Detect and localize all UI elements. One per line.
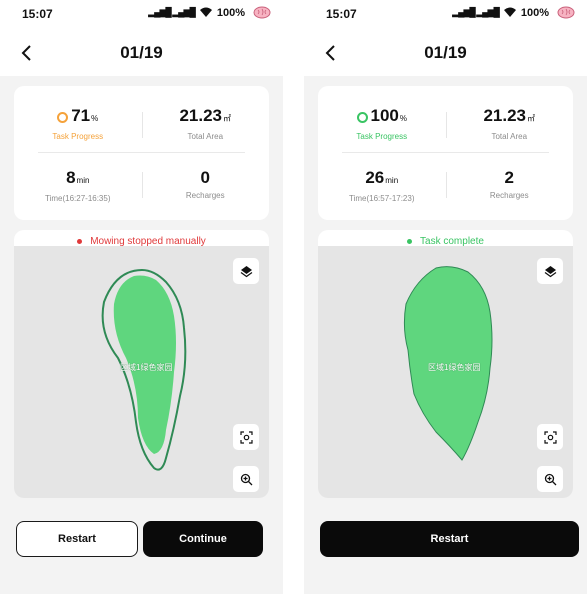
task-progress-label: Task Progress bbox=[356, 132, 408, 141]
map-view[interactable]: 区域1绿色家园 bbox=[318, 246, 573, 498]
recharges-value: 2 bbox=[504, 168, 514, 187]
zone-label: 区域1绿色家园 bbox=[428, 363, 481, 372]
stats-card: 71 % Task Progress 21.23 ㎡ Total Area 8 … bbox=[14, 86, 269, 220]
layers-icon bbox=[240, 265, 252, 277]
task-progress-label: Task Progress bbox=[52, 132, 104, 141]
recharges-value: 0 bbox=[200, 168, 210, 187]
task-progress-value: 100 bbox=[370, 106, 399, 125]
zone-label: 区域1绿色家园 bbox=[120, 363, 173, 372]
task-progress-stat: 71 % Task Progress bbox=[14, 106, 142, 141]
status-indicators: ▂▄▆█ ▂▄▆█ 100% bbox=[148, 6, 271, 19]
task-progress-unit: % bbox=[399, 114, 407, 123]
time-label: Time(16:27-16:35) bbox=[44, 194, 111, 203]
map-card: Task complete 区域1绿色家园 bbox=[318, 230, 573, 498]
brain-icon bbox=[253, 6, 271, 19]
zoom-in-icon bbox=[240, 473, 252, 485]
time-unit: min bbox=[385, 176, 399, 185]
page-header: 01/19 bbox=[0, 30, 283, 76]
brain-icon bbox=[557, 6, 575, 19]
status-indicators: ▂▄▆█ ▂▄▆█ 100% bbox=[452, 6, 575, 19]
recharges-stat: 0 Recharges bbox=[142, 168, 270, 200]
locate-icon bbox=[543, 430, 557, 444]
total-area-value: 21.23 bbox=[179, 106, 223, 125]
status-bar: 15:07 ▂▄▆█ ▂▄▆█ 100% bbox=[304, 0, 587, 30]
total-area-unit: ㎡ bbox=[527, 114, 536, 123]
time-label: Time(16:57-17:23) bbox=[348, 194, 415, 203]
signal-icon: ▂▄▆█ ▂▄▆█ bbox=[452, 7, 500, 17]
map-status-text: Mowing stopped manually bbox=[90, 235, 206, 247]
zoom-in-button[interactable] bbox=[537, 466, 563, 492]
locate-button[interactable] bbox=[233, 424, 259, 450]
divider bbox=[342, 152, 549, 153]
restart-button[interactable]: Restart bbox=[16, 521, 138, 557]
layers-button[interactable] bbox=[537, 258, 563, 284]
status-bar: 15:07 ▂▄▆█ ▂▄▆█ 100% bbox=[0, 0, 283, 30]
zoom-in-icon bbox=[544, 473, 556, 485]
total-area-label: Total Area bbox=[491, 132, 528, 141]
task-progress-stat: 100 % Task Progress bbox=[318, 106, 446, 141]
time-value: 26 bbox=[365, 168, 385, 187]
task-progress-unit: % bbox=[91, 114, 99, 123]
progress-ring-icon bbox=[57, 112, 69, 123]
task-progress-value: 71 bbox=[71, 106, 91, 125]
map-view[interactable]: 区域1绿色家园 bbox=[14, 246, 269, 498]
time-stat: 8 min Time(16:27-16:35) bbox=[14, 168, 142, 203]
status-dot-icon bbox=[77, 238, 83, 244]
layers-button[interactable] bbox=[233, 258, 259, 284]
page-title: 01/19 bbox=[424, 43, 467, 62]
page-title: 01/19 bbox=[120, 43, 163, 62]
divider bbox=[38, 152, 245, 153]
signal-icon: ▂▄▆█ ▂▄▆█ bbox=[148, 7, 196, 17]
wifi-icon bbox=[503, 7, 516, 17]
zoom-in-button[interactable] bbox=[233, 466, 259, 492]
total-area-stat: 21.23 ㎡ Total Area bbox=[446, 106, 574, 141]
map-card: Mowing stopped manually 区域1绿色家园 bbox=[14, 230, 269, 498]
status-time: 15:07 bbox=[326, 7, 357, 21]
map-status-text: Task complete bbox=[420, 235, 484, 247]
restart-button[interactable]: Restart bbox=[320, 521, 579, 557]
screen-right: 15:07 ▂▄▆█ ▂▄▆█ 100% 01/19 100 % Task Pr… bbox=[304, 0, 587, 594]
recharges-label: Recharges bbox=[489, 191, 529, 200]
time-value: 8 bbox=[66, 168, 76, 187]
time-stat: 26 min Time(16:57-17:23) bbox=[318, 168, 446, 203]
locate-icon bbox=[239, 430, 253, 444]
total-area-unit: ㎡ bbox=[223, 114, 232, 123]
recharges-label: Recharges bbox=[185, 191, 225, 200]
total-area-value: 21.23 bbox=[483, 106, 527, 125]
layers-icon bbox=[544, 265, 556, 277]
continue-button[interactable]: Continue bbox=[143, 521, 263, 557]
recharges-stat: 2 Recharges bbox=[446, 168, 574, 200]
locate-button[interactable] bbox=[537, 424, 563, 450]
total-area-stat: 21.23 ㎡ Total Area bbox=[142, 106, 270, 141]
time-unit: min bbox=[76, 176, 90, 185]
battery-level: 100% bbox=[520, 6, 549, 19]
status-time: 15:07 bbox=[22, 7, 53, 21]
stats-card: 100 % Task Progress 21.23 ㎡ Total Area 2… bbox=[318, 86, 573, 220]
wifi-icon bbox=[199, 7, 212, 17]
total-area-label: Total Area bbox=[187, 132, 224, 141]
status-dot-icon bbox=[407, 238, 413, 244]
page-header: 01/19 bbox=[304, 30, 587, 76]
battery-level: 100% bbox=[216, 6, 245, 19]
progress-ring-icon bbox=[356, 112, 368, 123]
screen-left: 15:07 ▂▄▆█ ▂▄▆█ 100% 01/19 71 % Task Pro… bbox=[0, 0, 283, 594]
